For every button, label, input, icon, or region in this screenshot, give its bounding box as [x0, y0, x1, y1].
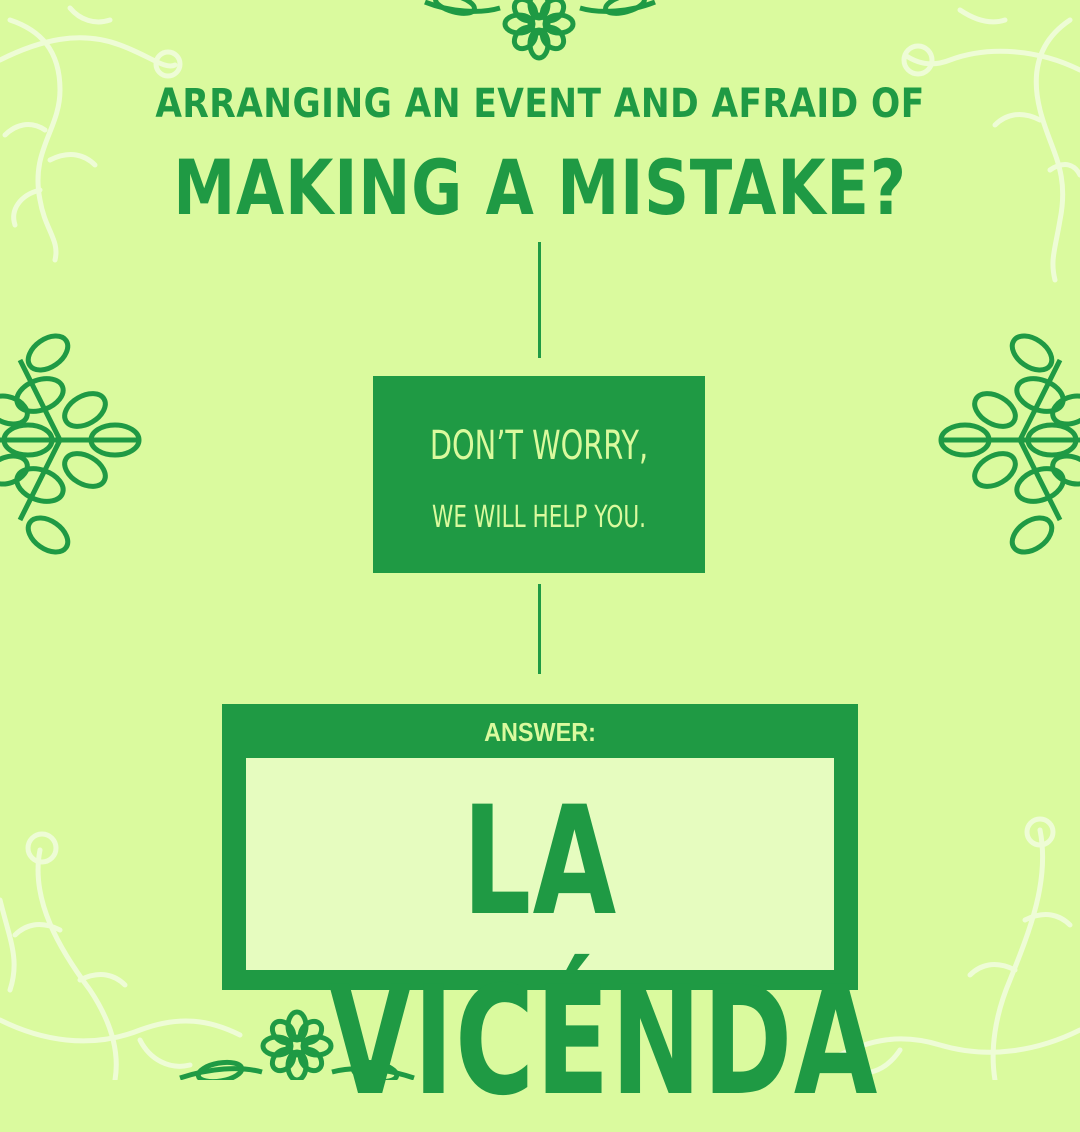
- answer-label: ANSWER:: [484, 717, 596, 747]
- flower-top: [424, 0, 656, 61]
- leaf-cluster-left: [0, 333, 142, 555]
- answer-value: LA VICÉNDA: [328, 775, 879, 1129]
- connector-line-bottom: [538, 584, 541, 674]
- headline-line-1: ARRANGING AN EVENT AND AFRAID OF: [155, 81, 925, 127]
- connector-line-top: [538, 242, 541, 358]
- headline-line-2: MAKING A MISTAKE?: [173, 143, 907, 232]
- leaf-cluster-right: [938, 333, 1080, 555]
- message-box: [373, 376, 705, 573]
- message-line-2: WE WILL HELP YOU.: [431, 500, 647, 535]
- message-line-1: DON’T WORRY,: [429, 423, 649, 469]
- vine-bottom-left: [0, 831, 243, 1080]
